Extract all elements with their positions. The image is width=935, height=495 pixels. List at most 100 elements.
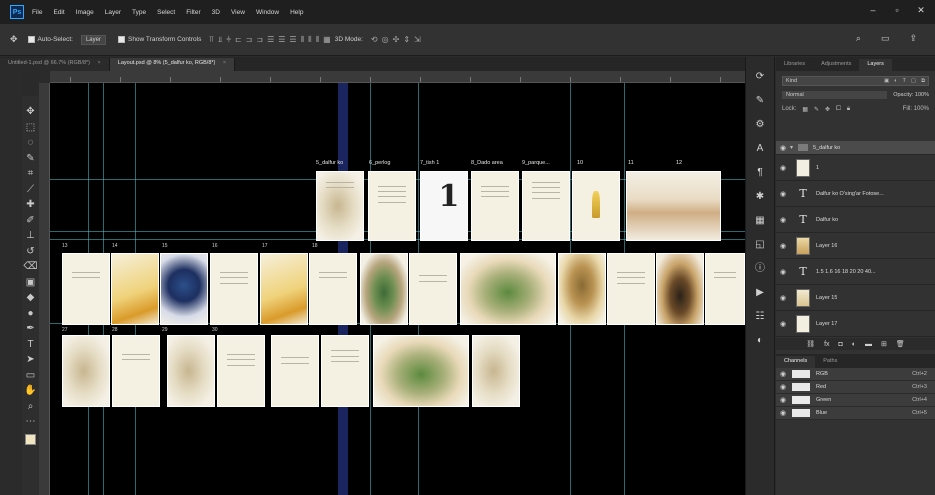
page-9[interactable] bbox=[522, 171, 570, 241]
history-brush-tool-icon[interactable]: ↺ bbox=[23, 244, 39, 260]
fx-icon[interactable]: fx bbox=[824, 341, 829, 348]
page-11-12-spread[interactable] bbox=[626, 171, 721, 241]
gradient-tool-icon[interactable]: ▣ bbox=[23, 275, 39, 291]
trash-icon[interactable]: 🗑︎ bbox=[896, 340, 905, 348]
chevron-down-icon[interactable]: ▾ bbox=[790, 144, 798, 151]
auto-select-dropdown[interactable]: Layer bbox=[80, 34, 106, 45]
lock-artboard-icon[interactable]: ⧠ bbox=[836, 106, 841, 113]
transform-controls-checkbox[interactable] bbox=[117, 36, 125, 43]
3d-drag-icon[interactable]: ✣ bbox=[393, 35, 400, 44]
type-tool-icon[interactable]: T bbox=[23, 337, 39, 353]
menu-layer[interactable]: Layer bbox=[105, 9, 121, 16]
zoom-tool-icon[interactable]: ⌕ bbox=[23, 399, 39, 415]
page-18[interactable] bbox=[309, 253, 357, 325]
actions-icon[interactable]: ▶ bbox=[747, 281, 773, 305]
lock-all-icon[interactable]: 🔒︎ bbox=[847, 106, 850, 113]
menu-help[interactable]: Help bbox=[290, 9, 303, 16]
mask-icon[interactable]: ◘ bbox=[839, 341, 843, 348]
tab-close-icon[interactable]: × bbox=[223, 60, 226, 66]
menu-window[interactable]: Window bbox=[256, 9, 279, 16]
workspace-icon[interactable]: ▭ bbox=[881, 33, 890, 44]
pen-tool-icon[interactable]: ✒ bbox=[23, 321, 39, 337]
distribute-middle-icon[interactable]: ☰ bbox=[278, 35, 285, 44]
visibility-eye-icon[interactable]: ◉ bbox=[776, 242, 790, 250]
tab-close-icon[interactable]: × bbox=[98, 60, 101, 66]
visibility-eye-icon[interactable]: ◉ bbox=[776, 383, 790, 391]
menu-3d[interactable]: 3D bbox=[212, 9, 220, 16]
layer-row[interactable]: ◉ Layer 15 bbox=[776, 285, 935, 311]
brush-tool-icon[interactable]: ✐ bbox=[23, 213, 39, 229]
blur-tool-icon[interactable]: ◆ bbox=[23, 290, 39, 306]
healing-tool-icon[interactable]: ✚ bbox=[23, 197, 39, 213]
tab-adjustments[interactable]: Adjustments bbox=[813, 59, 859, 71]
marquee-tool-icon[interactable]: ⬚ bbox=[23, 120, 39, 136]
page-7[interactable]: 1 bbox=[420, 171, 468, 241]
distribute-right-icon[interactable]: ⦀ bbox=[316, 35, 319, 45]
dodge-tool-icon[interactable]: ● bbox=[23, 306, 39, 322]
visibility-eye-icon[interactable]: ◉ bbox=[776, 409, 790, 417]
page-10[interactable] bbox=[572, 171, 620, 241]
tab-layout[interactable]: Layout.psd @ 8% (5_dalfur ko, RGB/8*) × bbox=[109, 58, 236, 71]
visibility-eye-icon[interactable]: ◉ bbox=[776, 268, 790, 276]
hand-tool-icon[interactable]: ✋ bbox=[23, 383, 39, 399]
distribute-bottom-icon[interactable]: ☰ bbox=[289, 35, 296, 44]
move-tool-icon[interactable]: ✥ bbox=[23, 104, 39, 120]
distribute-left-icon[interactable]: ⦀ bbox=[301, 35, 304, 45]
properties-icon[interactable]: ⚙ bbox=[747, 113, 773, 137]
page-5[interactable] bbox=[316, 171, 364, 241]
menu-select[interactable]: Select bbox=[157, 9, 175, 16]
align-bottom-icon[interactable]: ⫩ bbox=[226, 35, 230, 45]
shape-tool-icon[interactable]: ▭ bbox=[23, 368, 39, 384]
visibility-eye-icon[interactable]: ◉ bbox=[776, 144, 790, 152]
info-icon[interactable]: ⓘ bbox=[747, 257, 773, 281]
type-filter-icon[interactable]: T bbox=[902, 77, 905, 85]
page-27[interactable] bbox=[62, 335, 110, 407]
navigator-icon[interactable]: ◱ bbox=[747, 233, 773, 257]
page-35[interactable] bbox=[472, 335, 520, 407]
auto-align-icon[interactable]: ▦ bbox=[323, 35, 331, 44]
tab-paths[interactable]: Paths bbox=[815, 356, 845, 368]
channel-row[interactable]: ◉ Blue Ctrl+5 bbox=[776, 407, 935, 420]
share-icon[interactable]: ⇪ bbox=[909, 33, 917, 44]
close-button[interactable]: ✕ bbox=[915, 5, 927, 16]
opacity-field[interactable]: Opacity: 100% bbox=[893, 92, 929, 98]
align-right-icon[interactable]: ⊐ bbox=[256, 35, 263, 44]
move-icon[interactable]: ✥ bbox=[10, 34, 18, 45]
pixel-filter-icon[interactable]: ▣ bbox=[884, 77, 889, 85]
maximize-button[interactable]: ▫ bbox=[891, 5, 903, 16]
layer-row[interactable]: ◉ Layer 16 bbox=[776, 233, 935, 259]
blend-mode-dropdown[interactable]: Normal bbox=[782, 91, 888, 99]
eraser-tool-icon[interactable]: ⌫ bbox=[23, 259, 39, 275]
tab-untitled[interactable]: Untitled-1.psd @ 66.7% (RGB/8*) × bbox=[0, 58, 110, 71]
tab-layers[interactable]: Layers bbox=[859, 59, 892, 71]
distribute-top-icon[interactable]: ☰ bbox=[267, 35, 274, 44]
search-icon[interactable]: ⌕ bbox=[856, 33, 861, 44]
page-29[interactable] bbox=[167, 335, 215, 407]
3d-slide-icon[interactable]: ⇕ bbox=[403, 35, 410, 44]
page-21-22-spread[interactable] bbox=[460, 253, 556, 325]
visibility-eye-icon[interactable]: ◉ bbox=[776, 320, 790, 328]
fill-field[interactable]: Fill: 100% bbox=[903, 106, 929, 112]
toolbar-handle[interactable] bbox=[22, 71, 39, 96]
visibility-eye-icon[interactable]: ◉ bbox=[776, 370, 790, 378]
character-icon[interactable]: A bbox=[747, 137, 773, 161]
menu-view[interactable]: View bbox=[231, 9, 245, 16]
align-left-icon[interactable]: ⊏ bbox=[235, 35, 242, 44]
page-30[interactable] bbox=[217, 335, 265, 407]
brush-settings-icon[interactable]: ✎ bbox=[747, 89, 773, 113]
crop-tool-icon[interactable]: ⌗ bbox=[23, 166, 39, 182]
layer-comps-icon[interactable]: ☷ bbox=[747, 305, 773, 329]
page-13[interactable] bbox=[62, 253, 110, 325]
auto-select-checkbox[interactable] bbox=[27, 36, 35, 43]
menu-image[interactable]: Image bbox=[76, 9, 94, 16]
visibility-eye-icon[interactable]: ◉ bbox=[776, 216, 790, 224]
align-top-icon[interactable]: ⫪ bbox=[209, 35, 213, 45]
layer-row[interactable]: ◉ Layer 17 bbox=[776, 311, 935, 337]
menu-type[interactable]: Type bbox=[132, 9, 146, 16]
tab-libraries[interactable]: Libraries bbox=[776, 59, 813, 71]
smart-object-filter-icon[interactable]: ⧉ bbox=[921, 77, 925, 85]
layer-row[interactable]: ◉ T 1.5 1.6 16 18 20 20 40... bbox=[776, 259, 935, 285]
visibility-eye-icon[interactable]: ◉ bbox=[776, 396, 790, 404]
new-layer-icon[interactable]: ⊞ bbox=[881, 340, 887, 348]
page-25[interactable] bbox=[656, 253, 704, 325]
